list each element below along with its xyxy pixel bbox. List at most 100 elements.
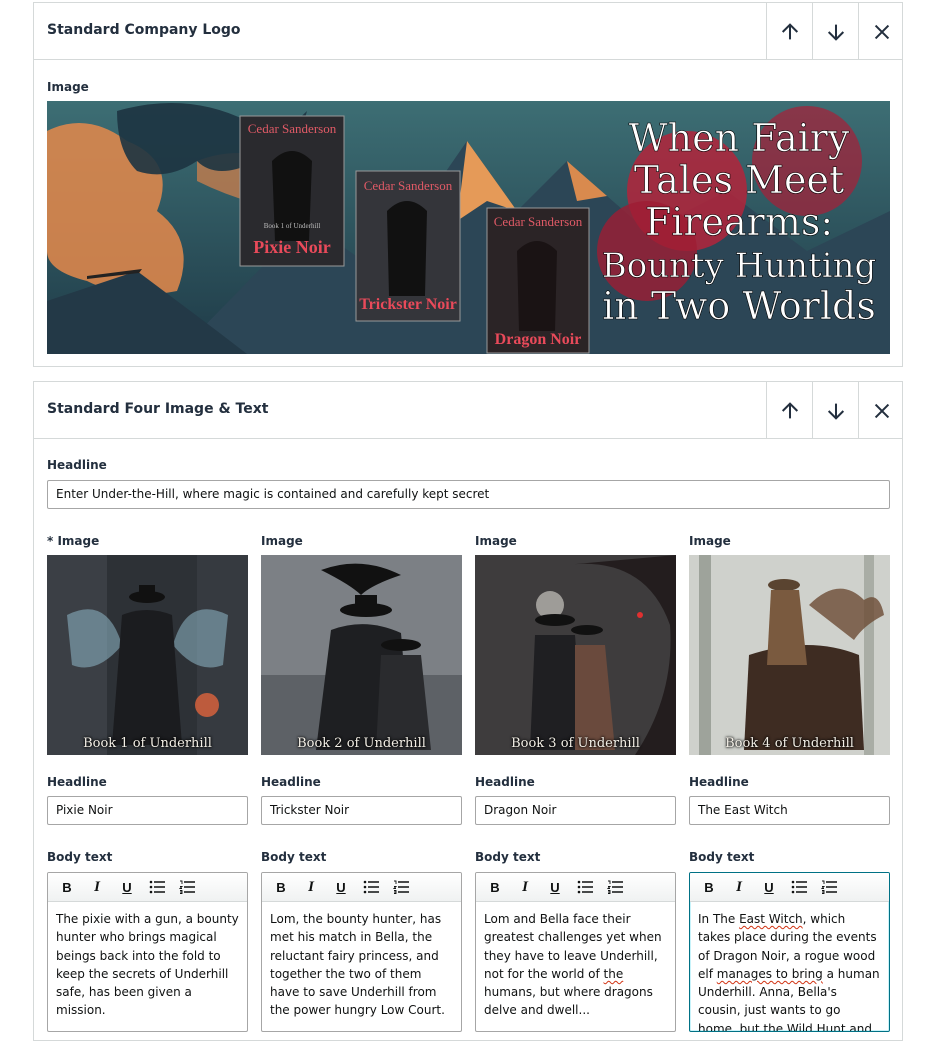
banner-author-2: Cedar Sanderson <box>364 178 453 193</box>
body-label-1: Body text <box>47 850 113 864</box>
headline-label-3: Headline <box>475 775 535 789</box>
headline-label-2: Headline <box>261 775 321 789</box>
numbered-list-icon <box>179 880 195 894</box>
banner-book-title-1: Pixie Noir <box>253 237 330 257</box>
italic-button[interactable]: I <box>515 877 535 897</box>
numbered-list-button[interactable] <box>391 877 411 897</box>
body-editor-3[interactable]: B I U Lom and Bella face their greatest … <box>475 872 676 1032</box>
banner-series-line: Book 1 of Underhill <box>264 222 321 230</box>
banner-author-1: Cedar Sanderson <box>248 121 337 136</box>
numbered-list-button[interactable] <box>819 877 839 897</box>
headline-label-1: Headline <box>47 775 107 789</box>
close-icon <box>874 403 889 418</box>
italic-button[interactable]: I <box>729 877 749 897</box>
bulleted-list-button[interactable] <box>575 877 595 897</box>
italic-button[interactable]: I <box>87 877 107 897</box>
bulleted-list-icon <box>577 880 593 894</box>
spellcheck-phrase: East Witch <box>739 912 803 926</box>
underline-button[interactable]: U <box>545 877 565 897</box>
image-slot-2[interactable]: Book 2 of Underhill <box>261 555 462 755</box>
arrow-up-icon <box>781 401 798 418</box>
underline-button[interactable]: U <box>331 877 351 897</box>
banner-author-3: Cedar Sanderson <box>494 214 583 229</box>
underline-button[interactable]: U <box>117 877 137 897</box>
banner-tagline-1: When Fairy <box>629 116 850 160</box>
image-label-3: Image <box>475 534 517 548</box>
banner-tagline-2: Tales Meet <box>634 158 844 202</box>
underline-button[interactable]: U <box>759 877 779 897</box>
image-slot-1[interactable]: Book 1 of Underhill <box>47 555 248 755</box>
module-header: Standard Company Logo <box>34 3 902 60</box>
image-label-2: Image <box>261 534 303 548</box>
body-editor-2[interactable]: B I U Lom, the bounty hunter, has met hi… <box>261 872 462 1032</box>
headline-input-2[interactable]: Trickster Noir <box>261 796 462 825</box>
move-up-button[interactable] <box>766 3 812 60</box>
four-image-text-module: Standard Four Image & Text Headline Ente… <box>33 381 903 1041</box>
main-headline-input[interactable]: Enter Under-the-Hill, where magic is con… <box>47 480 890 509</box>
move-up-button[interactable] <box>766 382 812 439</box>
headline-input-3[interactable]: Dragon Noir <box>475 796 676 825</box>
body-text-4[interactable]: In The East Witch, which takes place dur… <box>690 902 889 1031</box>
image-label-1: * Image <box>47 534 100 548</box>
headline-label-4: Headline <box>689 775 749 789</box>
move-down-button[interactable] <box>812 3 858 60</box>
banner-book-title-3: Dragon Noir <box>495 331 582 348</box>
bulleted-list-icon <box>149 880 165 894</box>
banner-tagline-3: Firearms: <box>645 200 833 244</box>
spellcheck-phrase: manages to bring <box>716 966 823 981</box>
arrow-down-icon <box>827 403 844 420</box>
bulleted-list-icon <box>363 880 379 894</box>
image-caption-1: Book 1 of Underhill <box>83 736 212 751</box>
bulleted-list-button[interactable] <box>147 877 167 897</box>
editor-toolbar: B I U <box>48 873 247 902</box>
image-caption-2: Book 2 of Underhill <box>297 736 426 751</box>
image-label-4: Image <box>689 534 731 548</box>
numbered-list-icon <box>607 880 623 894</box>
banner-tagline-5: in Two Worlds <box>602 284 876 328</box>
bold-button[interactable]: B <box>57 877 77 897</box>
remove-module-button[interactable] <box>858 3 904 60</box>
italic-button[interactable]: I <box>301 877 321 897</box>
editor-toolbar: B I U <box>262 873 461 902</box>
close-icon <box>874 24 889 39</box>
body-editor-4[interactable]: B I U In The East Witch, which takes pla… <box>689 872 890 1032</box>
numbered-list-button[interactable] <box>177 877 197 897</box>
body-editor-1[interactable]: B I U The pixie with a gun, a bounty hun… <box>47 872 248 1032</box>
body-label-2: Body text <box>261 850 327 864</box>
image-slot-4[interactable]: Book 4 of Underhill <box>689 555 890 755</box>
module-title: Standard Company Logo <box>47 22 241 38</box>
module-header: Standard Four Image & Text <box>34 382 902 439</box>
headline-input-4[interactable]: The East Witch <box>689 796 890 825</box>
logo-banner-image[interactable]: Cedar Sanderson Cedar Sanderson Cedar Sa… <box>47 101 890 354</box>
bulleted-list-button[interactable] <box>361 877 381 897</box>
image-caption-3: Book 3 of Underhill <box>511 736 640 751</box>
body-text-3-part-1: Lom and Bella face their greatest challe… <box>484 912 662 981</box>
module-title: Standard Four Image & Text <box>47 401 269 417</box>
remove-module-button[interactable] <box>858 382 904 439</box>
headline-input-1[interactable]: Pixie Noir <box>47 796 248 825</box>
body-text-2[interactable]: Lom, the bounty hunter, has met his matc… <box>262 902 461 1028</box>
editor-toolbar: B I U <box>476 873 675 902</box>
banner-book-title-2: Trickster Noir <box>359 296 457 313</box>
bold-button[interactable]: B <box>699 877 719 897</box>
body-text-3-part-3: humans, but where dragons delve and dwel… <box>484 985 653 1018</box>
company-logo-module: Standard Company Logo Image Cedar Sander… <box>33 2 903 367</box>
bold-button[interactable]: B <box>271 877 291 897</box>
banner-tagline-4: Bounty Hunting <box>602 246 877 286</box>
bulleted-list-button[interactable] <box>789 877 809 897</box>
arrow-up-icon <box>781 22 798 39</box>
image-slot-3[interactable]: Book 3 of Underhill <box>475 555 676 755</box>
move-down-button[interactable] <box>812 382 858 439</box>
spellcheck-word: the <box>603 966 624 981</box>
bold-button[interactable]: B <box>485 877 505 897</box>
arrow-down-icon <box>827 24 844 41</box>
numbered-list-icon <box>821 880 837 894</box>
numbered-list-button[interactable] <box>605 877 625 897</box>
numbered-list-icon <box>393 880 409 894</box>
body-text-3[interactable]: Lom and Bella face their greatest challe… <box>476 902 675 1028</box>
body-text-1[interactable]: The pixie with a gun, a bounty hunter wh… <box>48 902 247 1028</box>
editor-toolbar: B I U <box>690 873 889 902</box>
image-caption-4: Book 4 of Underhill <box>725 736 854 751</box>
headline-label: Headline <box>47 458 107 472</box>
body-label-4: Body text <box>689 850 755 864</box>
